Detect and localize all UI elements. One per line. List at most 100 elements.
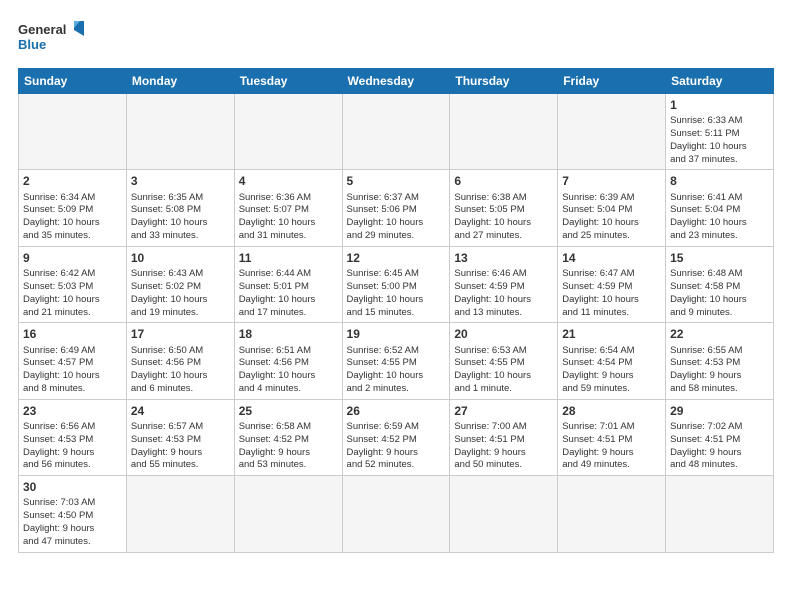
calendar-cell: 3 Sunrise: 6:35 AM Sunset: 5:08 PM Daylig… [126, 170, 234, 246]
calendar-cell: 23 Sunrise: 6:56 AM Sunset: 4:53 PM Dayli… [19, 399, 127, 475]
calendar-cell: 14 Sunrise: 6:47 AM Sunset: 4:59 PM Dayli… [558, 246, 666, 322]
svg-text:Blue: Blue [18, 37, 46, 52]
calendar-cell [234, 476, 342, 552]
calendar-cell [450, 94, 558, 170]
weekday-header-thursday: Thursday [450, 69, 558, 94]
calendar-week-row: 16 Sunrise: 6:49 AM Sunset: 4:57 PM Dayli… [19, 323, 774, 399]
day-info: Sunrise: 7:02 AM Sunset: 4:51 PM Dayligh… [670, 421, 769, 472]
day-number: 1 [670, 97, 769, 113]
day-number: 27 [454, 403, 553, 419]
day-info: Sunrise: 6:39 AM Sunset: 5:04 PM Dayligh… [562, 192, 661, 243]
calendar-cell [342, 476, 450, 552]
calendar-cell: 21 Sunrise: 6:54 AM Sunset: 4:54 PM Dayli… [558, 323, 666, 399]
calendar-cell: 9Sunrise: 6:42 AM Sunset: 5:03 PM Daylig… [19, 246, 127, 322]
day-number: 8 [670, 173, 769, 189]
day-info: Sunrise: 6:44 AM Sunset: 5:01 PM Dayligh… [239, 268, 338, 319]
day-info: Sunrise: 6:47 AM Sunset: 4:59 PM Dayligh… [562, 268, 661, 319]
calendar-cell: 5 Sunrise: 6:37 AM Sunset: 5:06 PM Daylig… [342, 170, 450, 246]
day-number: 28 [562, 403, 661, 419]
weekday-header-row: SundayMondayTuesdayWednesdayThursdayFrid… [19, 69, 774, 94]
calendar-cell [450, 476, 558, 552]
day-number: 20 [454, 326, 553, 342]
calendar-cell [126, 94, 234, 170]
day-number: 3 [131, 173, 230, 189]
calendar-cell: 10Sunrise: 6:43 AM Sunset: 5:02 PM Dayli… [126, 246, 234, 322]
day-number: 14 [562, 250, 661, 266]
day-number: 7 [562, 173, 661, 189]
day-number: 17 [131, 326, 230, 342]
day-number: 10 [131, 250, 230, 266]
calendar-cell: 1 Sunrise: 6:33 AM Sunset: 5:11 PM Daylig… [666, 94, 774, 170]
calendar-week-row: 1 Sunrise: 6:33 AM Sunset: 5:11 PM Daylig… [19, 94, 774, 170]
calendar-cell: 17Sunrise: 6:50 AM Sunset: 4:56 PM Dayli… [126, 323, 234, 399]
calendar: SundayMondayTuesdayWednesdayThursdayFrid… [18, 68, 774, 553]
day-number: 15 [670, 250, 769, 266]
calendar-week-row: 9Sunrise: 6:42 AM Sunset: 5:03 PM Daylig… [19, 246, 774, 322]
logo-svg: General Blue [18, 18, 88, 58]
day-number: 29 [670, 403, 769, 419]
calendar-cell: 24Sunrise: 6:57 AM Sunset: 4:53 PM Dayli… [126, 399, 234, 475]
day-number: 22 [670, 326, 769, 342]
day-number: 5 [347, 173, 446, 189]
calendar-week-row: 23 Sunrise: 6:56 AM Sunset: 4:53 PM Dayli… [19, 399, 774, 475]
day-info: Sunrise: 6:58 AM Sunset: 4:52 PM Dayligh… [239, 421, 338, 472]
day-number: 24 [131, 403, 230, 419]
calendar-cell: 8 Sunrise: 6:41 AM Sunset: 5:04 PM Daylig… [666, 170, 774, 246]
calendar-cell: 28 Sunrise: 7:01 AM Sunset: 4:51 PM Dayli… [558, 399, 666, 475]
day-info: Sunrise: 6:33 AM Sunset: 5:11 PM Dayligh… [670, 115, 769, 166]
calendar-cell: 16 Sunrise: 6:49 AM Sunset: 4:57 PM Dayli… [19, 323, 127, 399]
page: General Blue SundayMondayTuesdayWednesda… [0, 0, 792, 612]
day-info: Sunrise: 7:03 AM Sunset: 4:50 PM Dayligh… [23, 497, 122, 548]
day-number: 6 [454, 173, 553, 189]
calendar-cell: 27 Sunrise: 7:00 AM Sunset: 4:51 PM Dayli… [450, 399, 558, 475]
calendar-cell [234, 94, 342, 170]
day-info: Sunrise: 6:38 AM Sunset: 5:05 PM Dayligh… [454, 192, 553, 243]
day-info: Sunrise: 6:52 AM Sunset: 4:55 PM Dayligh… [347, 345, 446, 396]
calendar-cell: 25 Sunrise: 6:58 AM Sunset: 4:52 PM Dayli… [234, 399, 342, 475]
calendar-cell [558, 476, 666, 552]
calendar-cell [666, 476, 774, 552]
calendar-cell: 4 Sunrise: 6:36 AM Sunset: 5:07 PM Daylig… [234, 170, 342, 246]
weekday-header-saturday: Saturday [666, 69, 774, 94]
day-info: Sunrise: 6:53 AM Sunset: 4:55 PM Dayligh… [454, 345, 553, 396]
svg-text:General: General [18, 22, 66, 37]
day-number: 12 [347, 250, 446, 266]
day-number: 19 [347, 326, 446, 342]
day-number: 21 [562, 326, 661, 342]
calendar-cell: 7 Sunrise: 6:39 AM Sunset: 5:04 PM Daylig… [558, 170, 666, 246]
header: General Blue [18, 18, 774, 58]
day-number: 4 [239, 173, 338, 189]
calendar-cell: 13Sunrise: 6:46 AM Sunset: 4:59 PM Dayli… [450, 246, 558, 322]
day-info: Sunrise: 6:41 AM Sunset: 5:04 PM Dayligh… [670, 192, 769, 243]
day-number: 26 [347, 403, 446, 419]
day-info: Sunrise: 6:35 AM Sunset: 5:08 PM Dayligh… [131, 192, 230, 243]
day-number: 23 [23, 403, 122, 419]
day-number: 30 [23, 479, 122, 495]
day-info: Sunrise: 6:42 AM Sunset: 5:03 PM Dayligh… [23, 268, 122, 319]
day-info: Sunrise: 6:37 AM Sunset: 5:06 PM Dayligh… [347, 192, 446, 243]
day-number: 16 [23, 326, 122, 342]
day-number: 2 [23, 173, 122, 189]
day-info: Sunrise: 6:49 AM Sunset: 4:57 PM Dayligh… [23, 345, 122, 396]
calendar-week-row: 30 Sunrise: 7:03 AM Sunset: 4:50 PM Dayli… [19, 476, 774, 552]
day-info: Sunrise: 7:00 AM Sunset: 4:51 PM Dayligh… [454, 421, 553, 472]
calendar-cell: 19 Sunrise: 6:52 AM Sunset: 4:55 PM Dayli… [342, 323, 450, 399]
day-info: Sunrise: 6:36 AM Sunset: 5:07 PM Dayligh… [239, 192, 338, 243]
weekday-header-tuesday: Tuesday [234, 69, 342, 94]
calendar-cell [19, 94, 127, 170]
day-number: 25 [239, 403, 338, 419]
calendar-cell [558, 94, 666, 170]
day-info: Sunrise: 6:48 AM Sunset: 4:58 PM Dayligh… [670, 268, 769, 319]
day-number: 18 [239, 326, 338, 342]
calendar-week-row: 2Sunrise: 6:34 AM Sunset: 5:09 PM Daylig… [19, 170, 774, 246]
weekday-header-monday: Monday [126, 69, 234, 94]
calendar-cell: 26Sunrise: 6:59 AM Sunset: 4:52 PM Dayli… [342, 399, 450, 475]
day-info: Sunrise: 6:54 AM Sunset: 4:54 PM Dayligh… [562, 345, 661, 396]
day-info: Sunrise: 6:45 AM Sunset: 5:00 PM Dayligh… [347, 268, 446, 319]
day-info: Sunrise: 6:56 AM Sunset: 4:53 PM Dayligh… [23, 421, 122, 472]
weekday-header-sunday: Sunday [19, 69, 127, 94]
day-info: Sunrise: 7:01 AM Sunset: 4:51 PM Dayligh… [562, 421, 661, 472]
calendar-cell: 18Sunrise: 6:51 AM Sunset: 4:56 PM Dayli… [234, 323, 342, 399]
weekday-header-wednesday: Wednesday [342, 69, 450, 94]
calendar-cell: 11Sunrise: 6:44 AM Sunset: 5:01 PM Dayli… [234, 246, 342, 322]
